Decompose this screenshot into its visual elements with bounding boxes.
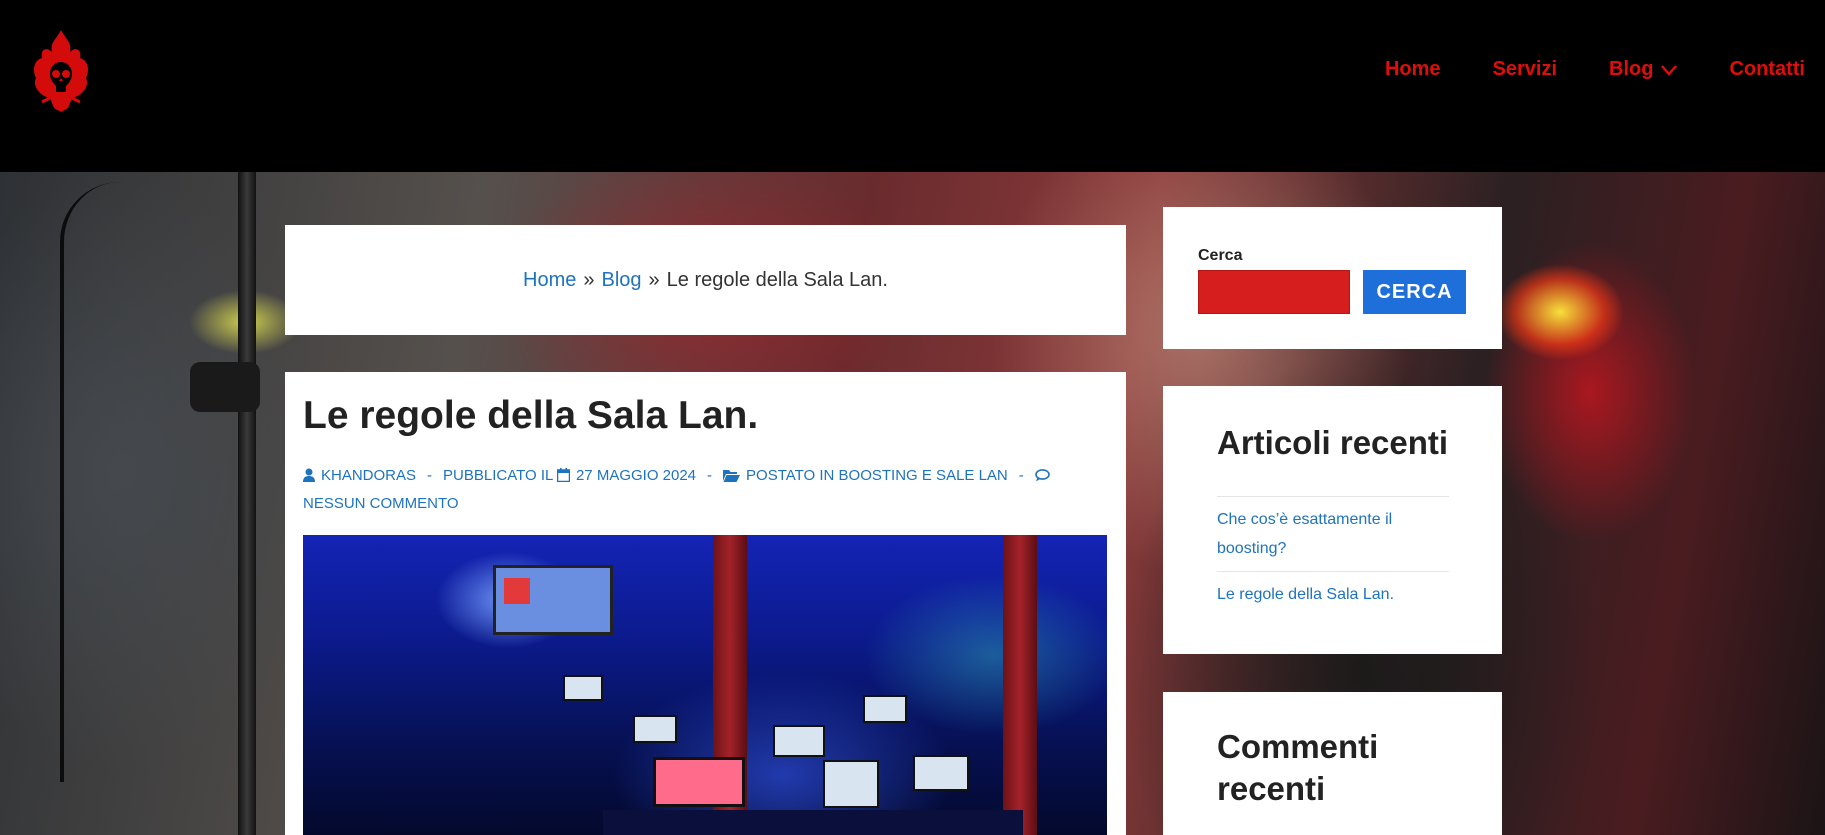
search-input[interactable] [1198, 270, 1350, 314]
image-red-pillar [1003, 535, 1037, 835]
image-monitor [863, 695, 907, 723]
image-monitor [913, 755, 969, 791]
site-header: Home Servizi Blog Contatti [0, 0, 1825, 172]
chevron-down-icon [1661, 64, 1678, 76]
breadcrumb: Home » Blog » Le regole della Sala Lan. [285, 225, 1126, 335]
calendar-icon [556, 468, 570, 482]
meta-separator: - [427, 467, 433, 484]
recent-posts-widget: Articoli recenti Che cos’è esattamente i… [1163, 386, 1502, 654]
image-pink-monitor [653, 757, 745, 807]
comment-icon [1034, 469, 1050, 482]
main-nav: Home Servizi Blog Contatti [1333, 58, 1805, 81]
list-item: Che cos’è esattamente il boosting? [1217, 497, 1449, 572]
search-label: Cerca [1198, 247, 1243, 264]
published-prefix: PUBBLICATO IL [443, 467, 553, 484]
article-title: Le regole della Sala Lan. [303, 394, 759, 437]
nav-item-home-label: Home [1384, 58, 1441, 80]
user-icon [303, 468, 315, 482]
image-monitor [633, 715, 677, 743]
nav-item-contatti[interactable]: Contatti [1729, 58, 1805, 81]
recent-posts-title: Articoli recenti [1217, 424, 1449, 461]
meta-separator: - [1018, 467, 1024, 484]
flame-skull-logo-icon [34, 30, 88, 112]
nav-item-contatti-label: Contatti [1729, 58, 1805, 80]
recent-post-link[interactable]: Le regole della Sala Lan. [1217, 586, 1394, 603]
nav-item-home[interactable]: Home [1385, 58, 1441, 81]
nav-item-blog-label: Blog [1609, 58, 1654, 80]
search-widget: Cerca CERCA [1163, 207, 1502, 349]
recent-comments-widget: Commenti recenti [1163, 692, 1502, 835]
article: Le regole della Sala Lan. KHANDORAS - PUBB… [285, 372, 1126, 835]
list-item: Le regole della Sala Lan. [1217, 572, 1449, 617]
search-button[interactable]: CERCA [1363, 270, 1466, 314]
nav-item-blog[interactable]: Blog [1609, 58, 1678, 81]
image-screen-red-tile [504, 578, 530, 604]
recent-posts-list: Che cos’è esattamente il boosting? Le re… [1217, 496, 1449, 617]
background-stand-knob [190, 362, 260, 412]
comments-link[interactable]: NESSUN COMMENTO [303, 495, 459, 512]
recent-comments-title: Commenti recenti [1217, 728, 1379, 807]
article-meta: KHANDORAS - PUBBLICATO IL 27 MAGGIO 2024- P… [303, 462, 1103, 518]
date-link[interactable]: 27 MAGGIO 2024 [576, 467, 696, 484]
image-wall-screen [493, 565, 613, 635]
author-link[interactable]: KHANDORAS [321, 467, 416, 484]
article-featured-image [303, 535, 1107, 835]
background-mic-stand [238, 172, 256, 835]
category-link[interactable]: POSTATO IN BOOSTING E SALE LAN [746, 467, 1008, 484]
image-desk [603, 810, 1023, 835]
meta-separator: - [707, 467, 713, 484]
breadcrumb-home-link[interactable]: Home [523, 269, 576, 292]
image-monitor [823, 760, 879, 808]
breadcrumb-blog-link[interactable]: Blog [602, 269, 642, 292]
nav-item-servizi-label: Servizi [1492, 58, 1558, 80]
site-logo[interactable] [28, 28, 94, 113]
background-cable [60, 182, 150, 782]
recent-post-link[interactable]: Che cos’è esattamente il boosting? [1217, 511, 1392, 557]
folder-open-icon [723, 470, 741, 482]
breadcrumb-separator: » [583, 268, 595, 291]
breadcrumb-separator: » [648, 268, 660, 291]
breadcrumb-current: Le regole della Sala Lan. [666, 268, 888, 291]
image-monitor [773, 725, 825, 757]
nav-item-servizi[interactable]: Servizi [1493, 58, 1557, 81]
image-monitor [563, 675, 603, 701]
